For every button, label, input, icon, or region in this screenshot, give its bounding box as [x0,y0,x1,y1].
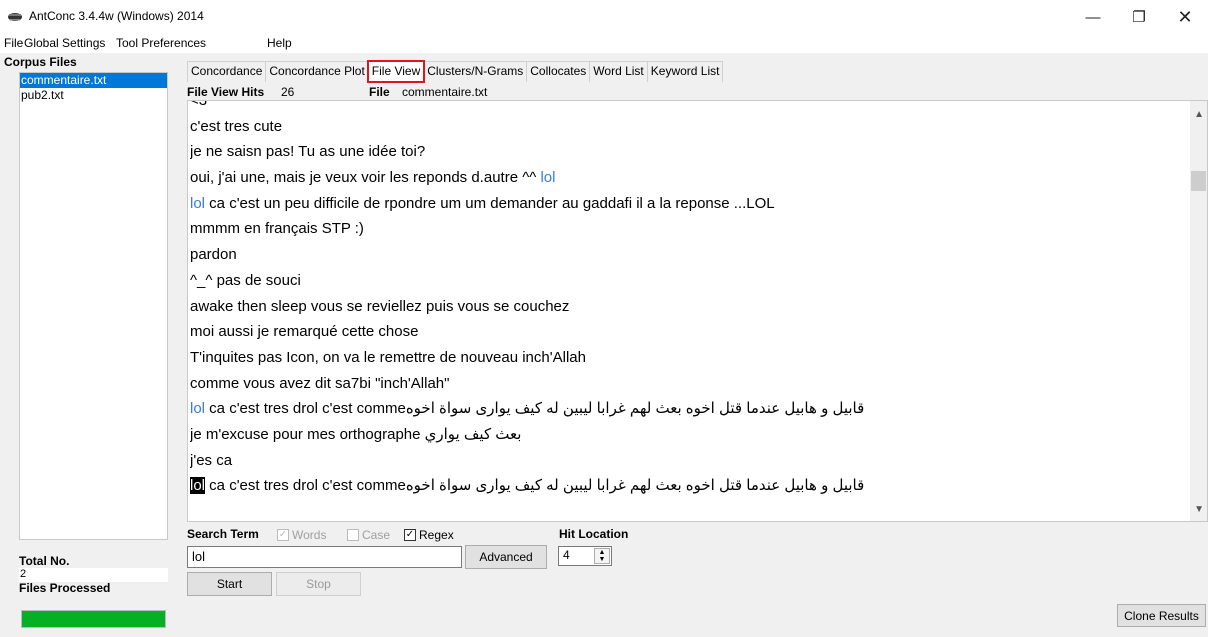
text-line: comme vous avez dit sa7bi "inch'Allah" [190,371,1180,397]
selected-search-hit: lol [190,477,206,495]
text-line: je m'excuse pour mes orthographe بعث كيف… [190,422,1180,448]
case-label: Case [362,528,391,542]
line-text: je ne saisn pas! Tu as une idée toi? [190,143,426,161]
hit-location-value: 4 [563,548,570,562]
text-line: lol ca c'est tres drol c'est commeقابيل … [190,396,1180,422]
case-checkbox[interactable]: Case [347,528,390,542]
antconc-window: AntConc 3.4.4w (Windows) 2014 — ❐ ✕ File… [0,0,1208,637]
menu-help[interactable]: Help [267,36,292,50]
line-text: je m'excuse pour mes orthographe [190,425,425,443]
close-button[interactable]: ✕ [1162,0,1208,34]
arabic-text: قابيل و هابيل عندما قتل اخوه بعث لهم غرا… [405,477,865,495]
text-line: j'es ca [190,448,1180,474]
tab-keyword-list[interactable]: Keyword List [646,61,724,82]
file-name-value: commentaire.txt [402,85,488,99]
text-line: mmmm en français STP :) [190,216,1180,242]
text-line: je ne saisn pas! Tu as une idée toi? [190,139,1180,165]
tab-concordance[interactable]: Concordance [187,61,267,82]
corpus-file-list[interactable]: commentaire.txt pub2.txt [19,72,168,540]
tab-concordance-plot[interactable]: Concordance Plot [265,61,369,82]
line-text: ca c'est un peu difficile de rpondre um … [205,194,775,212]
line-text: awake then sleep vous se reviellez puis … [190,297,570,315]
scroll-down-icon[interactable]: ▼ [1194,504,1204,515]
line-text: <3 [190,100,208,109]
line-text: comme vous avez dit sa7bi "inch'Allah" [190,374,450,392]
search-hit: lol [540,169,556,187]
text-line: c'est tres cute [190,114,1180,140]
total-files-label: Total No. [19,554,70,568]
file-text-view[interactable]: <3 c'est tres cute je ne saisn pas! Tu as … [187,100,1208,522]
regex-checkbox[interactable]: ✓ Regex [404,528,454,542]
hit-location-spinner[interactable]: 4 ▲ ▼ [558,546,612,566]
text-line: lol ca c'est tres drol c'est commeقابيل … [190,473,1180,499]
checkmark-icon: ✓ [404,529,416,541]
tab-collocates[interactable]: Collocates [526,61,591,82]
text-line: lol ca c'est un peu difficile de rpondre… [190,191,1180,217]
search-term-label: Search Term [187,527,259,541]
file-text-lines: <3 c'est tres cute je ne saisn pas! Tu as … [190,100,1180,499]
search-hit: lol [190,194,206,212]
words-checkbox[interactable]: ✓ Words [277,528,326,542]
arabic-text: قابيل و هابيل عندما قتل اخوه بعث لهم غرا… [405,400,865,418]
tab-clusters-ngrams[interactable]: Clusters/N-Grams [423,61,528,82]
file-label: File [369,85,390,99]
line-text: T'inquites pas Icon, on va le remettre d… [190,348,586,366]
menu-global-settings[interactable]: Global Settings [24,36,105,50]
window-title: AntConc 3.4.4w (Windows) 2014 [29,9,204,23]
stop-button[interactable]: Stop [276,572,361,596]
clone-results-button[interactable]: Clone Results [1117,604,1206,627]
menu-tool-preferences[interactable]: Tool Preferences [116,36,206,50]
corpus-file-item[interactable]: pub2.txt [20,88,167,103]
arabic-text: بعث كيف يواري [424,425,522,443]
line-text: ca c'est tres drol c'est comme [205,400,406,418]
files-processed-label: Files Processed [19,581,111,595]
antconc-app-icon [8,13,22,21]
corpus-file-item[interactable]: commentaire.txt [20,73,167,88]
tab-file-view[interactable]: File View [366,60,426,83]
vertical-scrollbar[interactable]: ▲ ▼ [1190,101,1207,521]
text-line: <3 [190,100,1180,114]
text-line: ^_^ pas de souci [190,268,1180,294]
start-button[interactable]: Start [187,572,272,596]
line-text: oui, j'ai une, mais je veux voir les rep… [190,169,541,187]
text-line: T'inquites pas Icon, on va le remettre d… [190,345,1180,371]
regex-label: Regex [419,528,454,542]
tab-word-list[interactable]: Word List [589,61,648,82]
file-view-hits-label: File View Hits [187,85,265,99]
hit-location-label: Hit Location [559,527,629,541]
checkbox-empty-icon [347,529,359,541]
line-text: mmmm en français STP :) [190,220,364,238]
advanced-button[interactable]: Advanced [465,545,547,569]
menu-file[interactable]: File [4,36,23,50]
files-processed-progress-bar [21,610,166,628]
spinner-arrows-icon[interactable]: ▲ ▼ [594,548,610,564]
corpus-files-heading: Corpus Files [4,55,77,69]
maximize-button[interactable]: ❐ [1116,0,1162,34]
file-view-hits-value: 26 [281,85,295,99]
minimize-button[interactable]: — [1070,0,1116,34]
title-bar: AntConc 3.4.4w (Windows) 2014 — ❐ ✕ [0,0,1208,34]
search-hit: lol [190,400,206,418]
text-line: pardon [190,242,1180,268]
line-text: ^_^ pas de souci [190,271,301,289]
checkmark-icon: ✓ [277,529,289,541]
scrollbar-thumb[interactable] [1191,171,1206,191]
search-term-input[interactable]: lol [187,546,462,568]
line-text: pardon [190,246,237,264]
line-text: c'est tres cute [190,117,283,135]
progress-fill [22,611,165,627]
text-line: moi aussi je remarqué cette chose [190,319,1180,345]
total-files-value: 2 [19,568,168,582]
text-line: oui, j'ai une, mais je veux voir les rep… [190,165,1180,191]
line-text: moi aussi je remarqué cette chose [190,323,419,341]
words-label: Words [292,528,327,542]
line-text: j'es ca [190,451,233,469]
line-text: ca c'est tres drol c'est comme [205,477,406,495]
text-line: awake then sleep vous se reviellez puis … [190,294,1180,320]
scroll-up-icon[interactable]: ▲ [1194,109,1204,120]
tool-tabs: Concordance Concordance Plot File View C… [187,60,724,83]
menu-bar: File Global Settings Tool Preferences He… [0,34,1208,53]
